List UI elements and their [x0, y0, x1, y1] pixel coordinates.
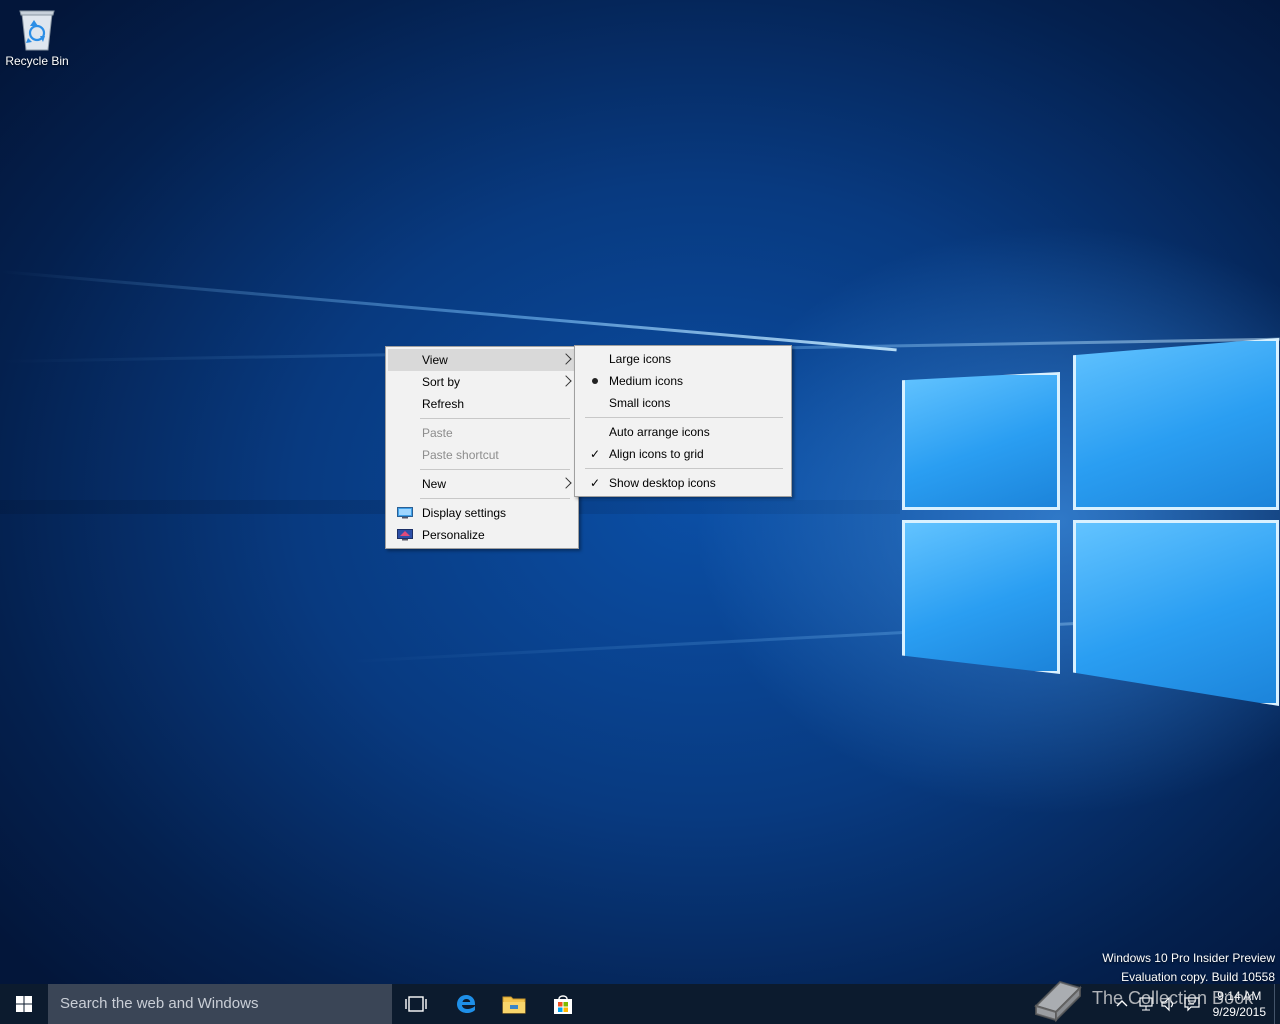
menu-item-label: Show desktop icons: [609, 476, 716, 490]
file-explorer-icon: [502, 996, 526, 1014]
file-explorer-taskbar-button[interactable]: [490, 984, 538, 1024]
view-submenu: Large icons Medium icons Small icons Aut…: [574, 345, 792, 497]
menu-item-small-icons[interactable]: Small icons: [577, 392, 789, 414]
menu-separator: [585, 417, 783, 418]
menu-item-paste-shortcut[interactable]: Paste shortcut: [388, 444, 576, 466]
menu-item-refresh[interactable]: Refresh: [388, 393, 576, 415]
menu-separator: [420, 498, 570, 499]
store-icon: [554, 995, 572, 1014]
collection-book-text: The Collection Book: [1092, 988, 1254, 1008]
menu-item-label: Personalize: [422, 528, 485, 542]
menu-item-label: Paste shortcut: [422, 448, 499, 462]
menu-item-label: Medium icons: [609, 374, 684, 388]
menu-item-label: Auto arrange icons: [609, 425, 710, 439]
menu-item-label: Large icons: [609, 352, 672, 366]
personalize-icon: [397, 529, 413, 541]
watermark-line-edition: Windows 10 Pro Insider Preview: [1102, 951, 1275, 965]
logo-pane-bottom-right: [1073, 520, 1279, 706]
menu-item-large-icons[interactable]: Large icons: [577, 348, 789, 370]
recycle-bin-label: Recycle Bin: [5, 54, 69, 68]
logo-pane-top-left: [902, 372, 1060, 510]
desktop-background[interactable]: Recycle Bin View Sort by Refresh Paste P…: [0, 0, 1280, 984]
chevron-right-icon: [560, 477, 572, 489]
desktop-context-menu: View Sort by Refresh Paste Paste shortcu…: [385, 346, 579, 549]
menu-item-view[interactable]: View: [388, 349, 576, 371]
store-taskbar-button[interactable]: [539, 984, 587, 1024]
edge-icon: [457, 995, 476, 1013]
menu-item-align-icons-to-grid[interactable]: ✓ Align icons to grid: [577, 443, 789, 465]
menu-item-label: View: [422, 353, 448, 367]
logo-pane-bottom-left: [902, 520, 1060, 674]
menu-item-label: Refresh: [422, 397, 465, 411]
show-desktop-button[interactable]: [1274, 984, 1280, 1024]
menu-item-label: New: [422, 477, 447, 491]
light-beam: [0, 270, 897, 352]
menu-item-label: Small icons: [609, 396, 671, 410]
start-button[interactable]: [0, 984, 48, 1024]
menu-item-show-desktop-icons[interactable]: ✓ Show desktop icons: [577, 472, 789, 494]
windows-logo-icon: [16, 996, 32, 1012]
checkmark-icon: ✓: [589, 447, 601, 461]
edge-taskbar-button[interactable]: [442, 984, 490, 1024]
logo-pane-top-right: [1073, 338, 1279, 510]
recycle-bin-icon: [19, 10, 55, 51]
display-settings-icon: [397, 507, 413, 519]
menu-item-medium-icons[interactable]: Medium icons: [577, 370, 789, 392]
menu-item-label: Sort by: [422, 375, 461, 389]
chevron-right-icon: [560, 353, 572, 365]
menu-separator: [585, 468, 783, 469]
book-logo-icon: [1034, 980, 1082, 1023]
menu-item-sort-by[interactable]: Sort by: [388, 371, 576, 393]
radio-bullet-icon: [592, 378, 598, 384]
chevron-right-icon: [560, 375, 572, 387]
menu-item-personalize[interactable]: Personalize: [388, 524, 576, 546]
search-input[interactable]: Search the web and Windows: [48, 984, 392, 1024]
search-placeholder: Search the web and Windows: [60, 995, 259, 1012]
checkmark-icon: ✓: [589, 476, 601, 490]
menu-item-label: Paste: [422, 426, 453, 440]
menu-item-label: Display settings: [422, 506, 507, 520]
menu-item-new[interactable]: New: [388, 473, 576, 495]
task-view-button[interactable]: [392, 984, 440, 1024]
menu-separator: [420, 469, 570, 470]
menu-item-auto-arrange-icons[interactable]: Auto arrange icons: [577, 421, 789, 443]
collection-book-watermark: The Collection Book: [1030, 976, 1270, 1024]
menu-separator: [420, 418, 570, 419]
recycle-bin-shortcut[interactable]: Recycle Bin: [2, 6, 72, 68]
menu-item-paste[interactable]: Paste: [388, 422, 576, 444]
menu-item-display-settings[interactable]: Display settings: [388, 502, 576, 524]
menu-item-label: Align icons to grid: [609, 447, 704, 461]
task-view-icon: [405, 996, 427, 1012]
